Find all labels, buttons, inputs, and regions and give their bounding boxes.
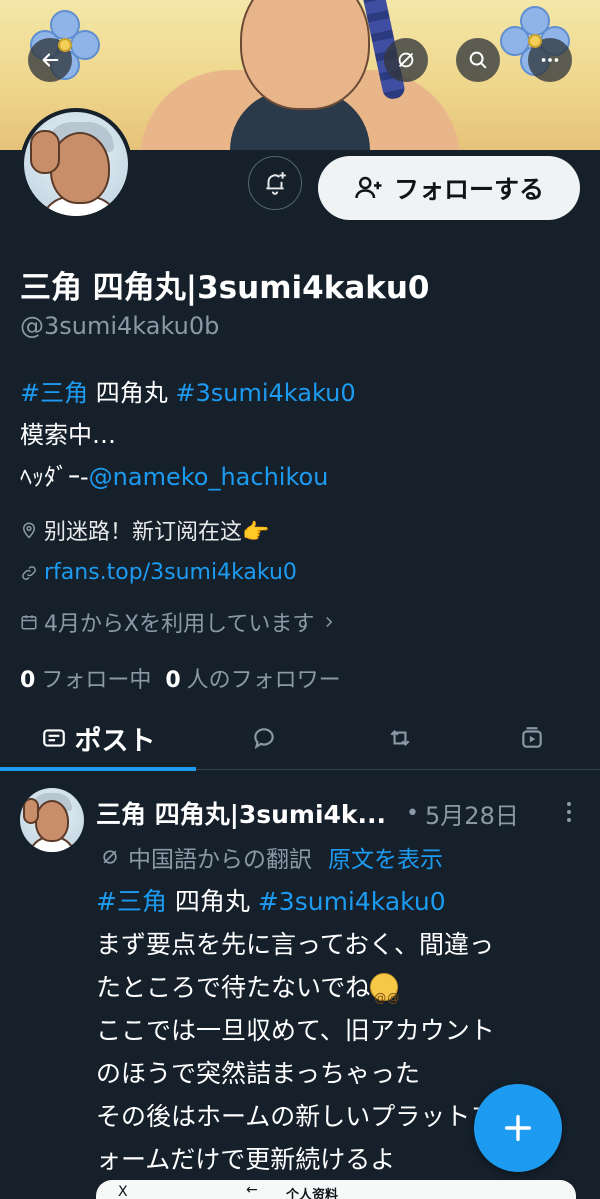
- post-text-run: 四角丸: [166, 887, 258, 916]
- following-count: 0: [20, 668, 36, 693]
- post-author-name[interactable]: 三角 四角丸|3sumi4k...: [96, 795, 386, 831]
- website-link[interactable]: rfans.top/3sumi4kaku0: [44, 560, 297, 585]
- translation-notice: 中国語からの翻訳 原文を表示: [100, 840, 443, 874]
- post-header: 三角 四角丸|3sumi4k... • 5月28日: [96, 795, 519, 831]
- translated-from-text: 中国語からの翻訳: [128, 847, 312, 873]
- person-plus-icon: [355, 176, 382, 199]
- display-name: 三角 四角丸|3sumi4kaku0: [20, 270, 430, 306]
- follow-stats: 0 フォロー中 0 人のフォロワー: [20, 662, 341, 694]
- preview-logo: X: [118, 1184, 128, 1199]
- bio-mention[interactable]: @nameko_hachikou: [89, 463, 329, 491]
- calendar-icon: [21, 615, 37, 630]
- link-icon: [22, 565, 36, 580]
- followers-label: 人のフォロワー: [186, 668, 341, 693]
- post-author-avatar[interactable]: [20, 788, 84, 852]
- preview-back: ←: [246, 1182, 258, 1198]
- post-hashtag[interactable]: #3sumi4kaku0: [258, 887, 446, 916]
- kebab-icon[interactable]: [560, 800, 578, 824]
- profile-tabs: ポスト: [0, 706, 600, 771]
- location-icon: [22, 522, 36, 539]
- post-date[interactable]: 5月28日: [425, 796, 519, 831]
- chevron-right-icon: [326, 616, 333, 628]
- media-icon: [522, 727, 542, 748]
- search-button[interactable]: [456, 38, 500, 82]
- joined-text: 4月からXを利用しています: [44, 612, 315, 637]
- bio-hashtag[interactable]: #三角: [20, 379, 88, 407]
- bio-text: 四角丸: [88, 379, 176, 407]
- back-arrow-icon: [42, 53, 59, 67]
- compose-plus-icon: [504, 1114, 532, 1142]
- search-icon: [469, 51, 487, 69]
- more-icon: [541, 58, 559, 62]
- following-stat[interactable]: 0 フォロー中: [20, 662, 151, 694]
- bell-plus-icon: [266, 172, 286, 195]
- preview-title: 个人资料: [286, 1188, 339, 1199]
- followers-stat[interactable]: 0 人のフォロワー: [165, 662, 340, 694]
- bio-line: 模索中…: [20, 421, 116, 449]
- show-original-link[interactable]: 原文を表示: [328, 840, 443, 874]
- reply-icon: [254, 728, 274, 750]
- bio-hashtag[interactable]: #3sumi4kaku0: [175, 379, 355, 407]
- post-hashtag[interactable]: #三角: [96, 887, 167, 916]
- post-tab-icon: [42, 729, 65, 747]
- tab-posts[interactable]: ポスト: [0, 706, 196, 771]
- user-handle: @3sumi4kaku0b: [20, 312, 220, 340]
- compose-button[interactable]: [474, 1084, 562, 1172]
- post-image-preview[interactable]: X ← 个人资料: [96, 1180, 576, 1199]
- location-text: 别迷路！新订阅在这👉: [44, 520, 270, 545]
- tab-replies[interactable]: [240, 706, 288, 770]
- translate-profile-button[interactable]: [384, 38, 428, 82]
- following-label: フォロー中: [41, 668, 152, 693]
- profile-avatar[interactable]: [20, 108, 132, 220]
- follow-button-label: フォローする: [393, 175, 544, 204]
- tab-media[interactable]: [508, 706, 556, 770]
- repost-icon: [390, 729, 410, 747]
- bio-header-prefix: ﾍｯﾀﾞｰ: [20, 463, 80, 491]
- notify-button[interactable]: [248, 156, 302, 210]
- profile-website[interactable]: rfans.top/3sumi4kaku0: [20, 560, 297, 585]
- post-separator: •: [406, 800, 420, 826]
- post-line: ここでは一旦収めて、旧アカウント: [96, 1016, 495, 1045]
- tab-posts-label: ポスト: [74, 725, 156, 757]
- follow-button[interactable]: フォローする: [318, 156, 580, 220]
- post-line: まず要点を先に言っておく、間違っ: [96, 930, 495, 959]
- followers-count: 0: [165, 668, 181, 693]
- translate-icon: [398, 52, 414, 68]
- profile-bio: #三角 四角丸 #3sumi4kaku0 模索中… ﾍｯﾀﾞｰ-@nameko_…: [20, 379, 356, 491]
- profile-joined[interactable]: 4月からXを利用しています: [20, 606, 338, 638]
- profile-location: 别迷路！新订阅在这👉: [20, 514, 269, 546]
- post-line: たところで待たないでね: [96, 973, 371, 1002]
- tab-reposts[interactable]: [376, 706, 424, 770]
- translate-small-icon: [103, 850, 117, 864]
- dizzy-face-emoji: [370, 973, 400, 1020]
